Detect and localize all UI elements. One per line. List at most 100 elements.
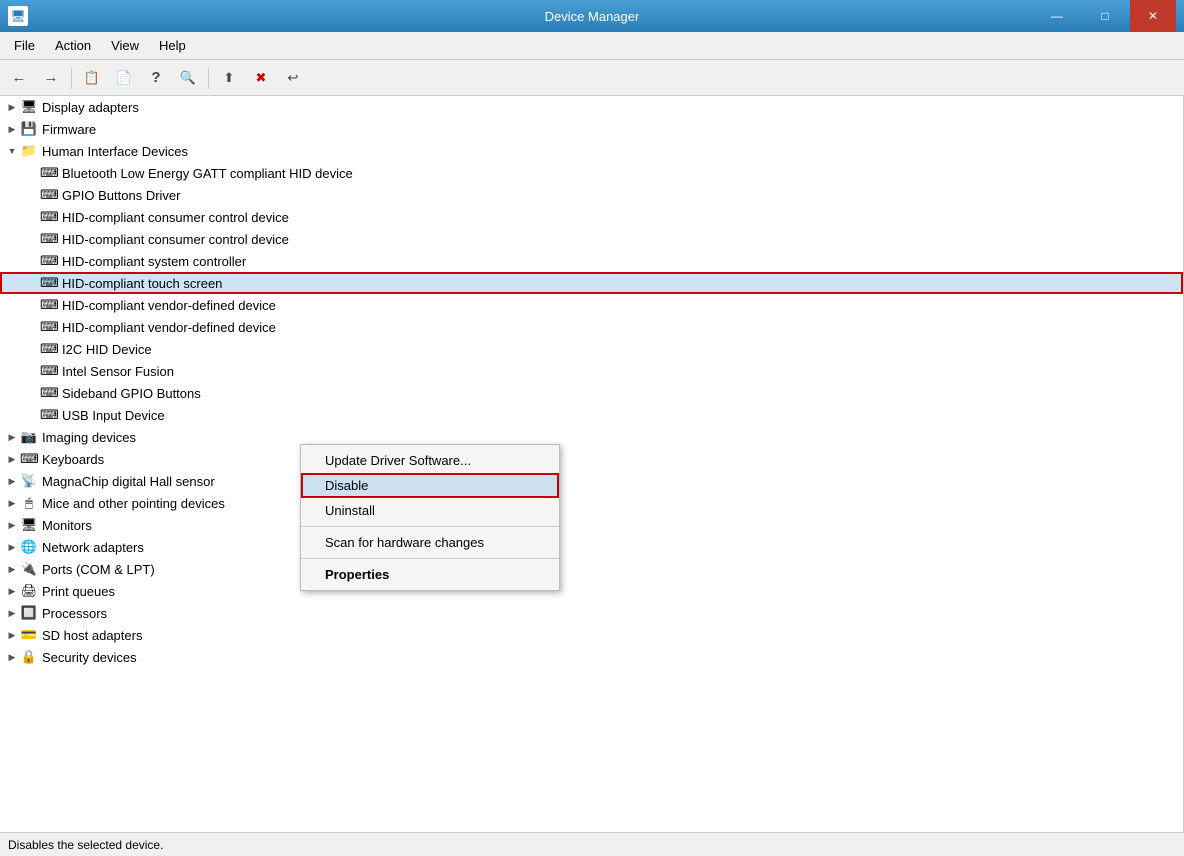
maximize-button[interactable]: □	[1082, 0, 1128, 32]
menu-file[interactable]: File	[4, 34, 45, 57]
tree-item-hid-vendor-1[interactable]: ⌨HID-compliant vendor-defined device	[0, 294, 1183, 316]
minimize-button[interactable]: —	[1034, 0, 1080, 32]
tree-icon-processors: 🔲	[20, 605, 38, 621]
tree-expander-display-adapters[interactable]: ▶	[4, 99, 20, 115]
tree-item-intel-sensor[interactable]: ⌨ Intel Sensor Fusion	[0, 360, 1183, 382]
tree-item-security[interactable]: ▶🔒 Security devices	[0, 646, 1183, 668]
tree-expander-hid-consumer-1[interactable]	[24, 209, 40, 225]
tree-expander-usb-input[interactable]	[24, 407, 40, 423]
back-button[interactable]: ←	[4, 64, 34, 92]
rollback-button[interactable]: ↩	[278, 64, 308, 92]
menu-view[interactable]: View	[101, 34, 149, 57]
tree-item-sd-host[interactable]: ▶💳SD host adapters	[0, 624, 1183, 646]
update-driver-button[interactable]: ⬆	[214, 64, 244, 92]
tree-item-display-adapters[interactable]: ▶🖥Display adapters	[0, 96, 1183, 118]
status-text: Disables the selected device.	[8, 838, 163, 852]
tree-expander-monitors[interactable]: ▶	[4, 517, 20, 533]
tree-item-bluetooth-hid[interactable]: ⌨Bluetooth Low Energy GATT compliant HID…	[0, 162, 1183, 184]
tree-item-keyboards[interactable]: ▶⌨Keyboards	[0, 448, 1183, 470]
menu-action[interactable]: Action	[45, 34, 101, 57]
titlebar: 🖥 Device Manager — □ ✕	[0, 0, 1184, 32]
tree-item-hid-touch[interactable]: ⌨ HID-compliant touch screen	[0, 272, 1183, 294]
tree-item-hid-system[interactable]: ⌨HID-compliant system controller	[0, 250, 1183, 272]
uninstall-button[interactable]: ✖	[246, 64, 276, 92]
tree-item-network-adapters[interactable]: ▶🌐Network adapters	[0, 536, 1183, 558]
tree-expander-sideband-gpio[interactable]	[24, 385, 40, 401]
tree-item-firmware[interactable]: ▶💾Firmware	[0, 118, 1183, 140]
tree-icon-intel-sensor: ⌨	[40, 363, 58, 379]
tree-expander-intel-sensor[interactable]	[24, 363, 40, 379]
tree-item-ports[interactable]: ▶🔌Ports (COM & LPT)	[0, 558, 1183, 580]
tree-icon-hid-consumer-2: ⌨	[40, 231, 58, 247]
menu-help[interactable]: Help	[149, 34, 196, 57]
tree-item-magnachip[interactable]: ▶📡MagnaChip digital Hall sensor	[0, 470, 1183, 492]
tree-expander-magnachip[interactable]: ▶	[4, 473, 20, 489]
main-area: ▶🖥Display adapters▶💾Firmware▼📁Human Inte…	[0, 96, 1184, 832]
driver-details-button[interactable]: 📄	[109, 64, 139, 92]
tree-icon-ports: 🔌	[20, 561, 38, 577]
tree-item-processors[interactable]: ▶🔲 Processors	[0, 602, 1183, 624]
tree-item-gpio-buttons[interactable]: ⌨GPIO Buttons Driver	[0, 184, 1183, 206]
tree-item-hid-consumer-2[interactable]: ⌨HID-compliant consumer control device	[0, 228, 1183, 250]
tree-item-sideband-gpio[interactable]: ⌨Sideband GPIO Buttons	[0, 382, 1183, 404]
tree-expander-network-adapters[interactable]: ▶	[4, 539, 20, 555]
tree-expander-keyboards[interactable]: ▶	[4, 451, 20, 467]
tree-item-i2c-hid[interactable]: ⌨I2C HID Device	[0, 338, 1183, 360]
tree-item-hid-consumer-1[interactable]: ⌨HID-compliant consumer control device	[0, 206, 1183, 228]
tree-expander-mice[interactable]: ▶	[4, 495, 20, 511]
scan-button[interactable]: 🔍	[173, 64, 203, 92]
tree-item-human-interface[interactable]: ▼📁Human Interface Devices	[0, 140, 1183, 162]
tree-icon-usb-input: ⌨	[40, 407, 58, 423]
tree-expander-hid-vendor-1[interactable]	[24, 297, 40, 313]
properties-button[interactable]: 📋	[77, 64, 107, 92]
tree-label-security: Security devices	[42, 650, 137, 665]
tree-expander-processors[interactable]: ▶	[4, 605, 20, 621]
tree-expander-firmware[interactable]: ▶	[4, 121, 20, 137]
tree-expander-hid-system[interactable]	[24, 253, 40, 269]
tree-label-i2c-hid: I2C HID Device	[62, 342, 152, 357]
tree-item-imaging-devices[interactable]: ▶📷 Imaging devices	[0, 426, 1183, 448]
tree-item-print-queues[interactable]: ▶🖨Print queues	[0, 580, 1183, 602]
tree-expander-hid-vendor-2[interactable]	[24, 319, 40, 335]
tree-label-hid-touch: HID-compliant touch screen	[62, 276, 222, 291]
tree-icon-security: 🔒	[20, 649, 38, 665]
tree-expander-sd-host[interactable]: ▶	[4, 627, 20, 643]
tree-item-monitors[interactable]: ▶🖥Monitors	[0, 514, 1183, 536]
ctx-item-scan-hardware[interactable]: Scan for hardware changes	[301, 530, 559, 555]
tree-label-hid-vendor-1: HID-compliant vendor-defined device	[62, 298, 276, 313]
tree-expander-bluetooth-hid[interactable]	[24, 165, 40, 181]
close-button[interactable]: ✕	[1130, 0, 1176, 32]
tree-item-mice[interactable]: ▶🖱Mice and other pointing devices	[0, 492, 1183, 514]
ctx-item-disable[interactable]: Disable	[301, 473, 559, 498]
tree-item-usb-input[interactable]: ⌨USB Input Device	[0, 404, 1183, 426]
device-tree[interactable]: ▶🖥Display adapters▶💾Firmware▼📁Human Inte…	[0, 96, 1184, 832]
ctx-item-update-driver[interactable]: Update Driver Software...	[301, 448, 559, 473]
ctx-item-properties[interactable]: Properties	[301, 562, 559, 587]
tree-expander-human-interface[interactable]: ▼	[4, 143, 20, 159]
tree-expander-print-queues[interactable]: ▶	[4, 583, 20, 599]
tree-label-sd-host: SD host adapters	[42, 628, 142, 643]
tree-label-network-adapters: Network adapters	[42, 540, 144, 555]
tree-expander-ports[interactable]: ▶	[4, 561, 20, 577]
tree-icon-firmware: 💾	[20, 121, 38, 137]
forward-button[interactable]: →	[36, 64, 66, 92]
tree-expander-hid-touch[interactable]	[24, 275, 40, 291]
tree-expander-i2c-hid[interactable]	[24, 341, 40, 357]
tree-expander-gpio-buttons[interactable]	[24, 187, 40, 203]
tree-icon-human-interface: 📁	[20, 143, 38, 159]
tree-icon-imaging-devices: 📷	[20, 429, 38, 445]
tree-item-hid-vendor-2[interactable]: ⌨HID-compliant vendor-defined device	[0, 316, 1183, 338]
tree-expander-security[interactable]: ▶	[4, 649, 20, 665]
tree-label-processors: Processors	[42, 606, 107, 621]
help-button[interactable]: ?	[141, 64, 171, 92]
ctx-item-uninstall[interactable]: Uninstall	[301, 498, 559, 523]
tree-label-imaging-devices: Imaging devices	[42, 430, 136, 445]
tree-label-intel-sensor: Intel Sensor Fusion	[62, 364, 174, 379]
tree-expander-imaging-devices[interactable]: ▶	[4, 429, 20, 445]
titlebar-left: 🖥	[8, 6, 28, 26]
context-menu: Update Driver Software...DisableUninstal…	[300, 444, 560, 591]
tree-expander-hid-consumer-2[interactable]	[24, 231, 40, 247]
tree-label-monitors: Monitors	[42, 518, 92, 533]
tree-icon-hid-touch: ⌨	[40, 275, 58, 291]
tree-label-hid-vendor-2: HID-compliant vendor-defined device	[62, 320, 276, 335]
